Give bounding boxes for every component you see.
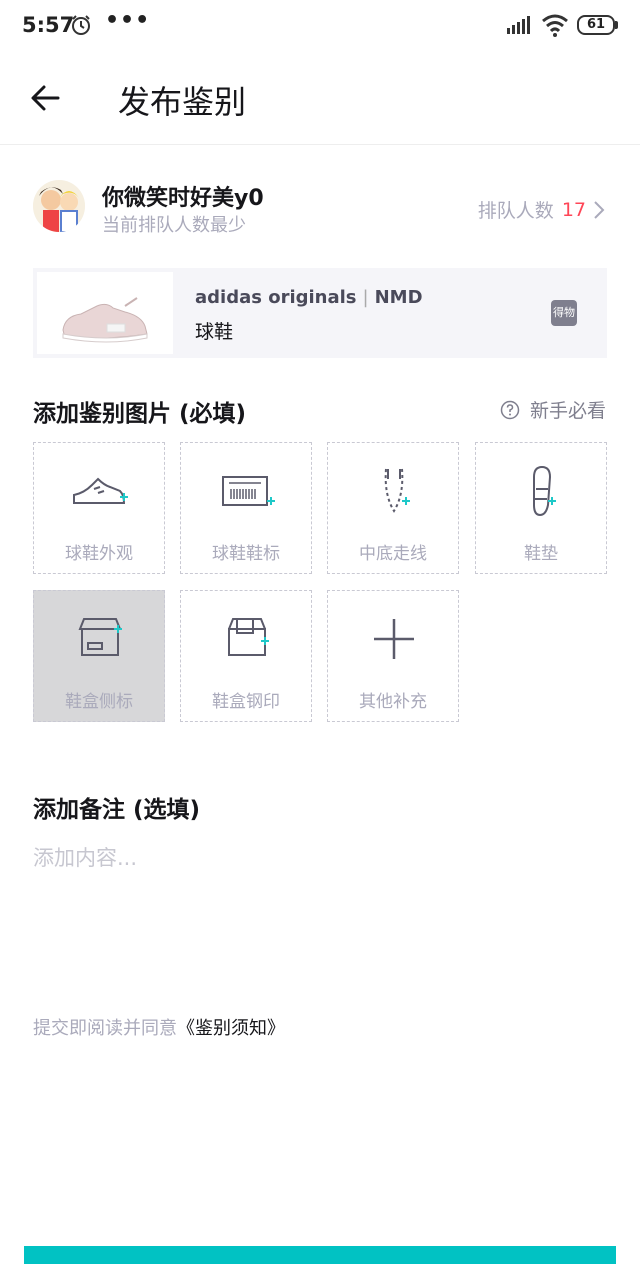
question-circle-icon xyxy=(500,400,520,419)
brand-badge: 得物 xyxy=(551,300,577,326)
authentication-notice-link[interactable]: 《鉴别须知》 xyxy=(177,1018,285,1039)
brand-separator: | xyxy=(362,287,369,308)
app-header: 发布鉴别 xyxy=(0,52,640,145)
tile-label: 鞋垫 xyxy=(524,544,558,564)
chevron-right-icon xyxy=(594,200,605,219)
upload-tile-insole[interactable]: 鞋垫 xyxy=(475,442,607,574)
shoe-exterior-icon xyxy=(73,477,128,504)
tile-label: 球鞋外观 xyxy=(65,544,133,564)
sneaker-image xyxy=(62,297,148,343)
photos-section-title: 添加鉴别图片 (必填) xyxy=(33,401,247,427)
tile-label: 鞋盒侧标 xyxy=(65,692,133,712)
box-stamp-icon xyxy=(228,618,269,656)
queue-count: 17 xyxy=(561,198,586,221)
product-category: 球鞋 xyxy=(195,321,234,343)
username: 你微笑时好美y0 xyxy=(102,186,264,211)
battery-tip xyxy=(615,21,618,29)
queue-note: 当前排队人数最少 xyxy=(102,215,246,236)
upload-tile-other[interactable]: 其他补充 xyxy=(327,590,459,722)
plus-icon xyxy=(374,619,414,659)
queue-label: 排队人数 xyxy=(477,200,554,222)
agreement-text: 提交即阅读并同意《鉴别须知》 xyxy=(33,1014,285,1040)
avatar[interactable] xyxy=(33,180,85,232)
upload-tile-midsole-stitch[interactable]: 中底走线 xyxy=(327,442,459,574)
status-bar: 5:57 ••• 61 xyxy=(0,0,640,52)
agreement-prefix: 提交即阅读并同意 xyxy=(33,1018,177,1039)
signal-icon xyxy=(507,16,530,34)
queue-count-link[interactable]: 排队人数 17 xyxy=(478,196,606,223)
midsole-stitch-icon xyxy=(384,468,410,513)
beginner-guide-label: 新手必看 xyxy=(529,400,606,422)
beginner-guide-link[interactable]: 新手必看 xyxy=(500,396,606,423)
tile-label: 球鞋鞋标 xyxy=(212,544,280,564)
remarks-section-title: 添加备注 (选填) xyxy=(33,797,201,823)
wifi-icon xyxy=(542,14,568,37)
screen: 5:57 ••• 61 发布鉴别 你微笑时好美y0 当前排队人数最少 排队人数 … xyxy=(0,0,640,1264)
page-title: 发布鉴别 xyxy=(118,83,247,121)
battery-indicator: 61 xyxy=(577,15,615,35)
product-thumbnail xyxy=(37,272,173,354)
submit-button[interactable] xyxy=(24,1246,616,1264)
product-card[interactable]: adidas originals | NMD 球鞋 得物 xyxy=(33,268,607,358)
tile-label: 其他补充 xyxy=(359,692,427,712)
upload-tile-box-side-label[interactable]: 鞋盒侧标 xyxy=(33,590,165,722)
avatar-image xyxy=(33,180,85,232)
alarm-icon xyxy=(72,15,90,35)
brand-name: adidas originals xyxy=(195,287,357,308)
tile-label: 中底走线 xyxy=(359,544,427,564)
model-name: NMD xyxy=(374,287,423,308)
remark-input[interactable] xyxy=(33,842,607,972)
box-side-label-icon xyxy=(78,618,122,656)
back-arrow-icon[interactable] xyxy=(28,80,64,116)
upload-tile-shoe-exterior[interactable]: 球鞋外观 xyxy=(33,442,165,574)
more-notifications-icon: ••• xyxy=(105,8,151,33)
upload-tile-shoe-label[interactable]: 球鞋鞋标 xyxy=(180,442,312,574)
upload-tile-box-stamp[interactable]: 鞋盒钢印 xyxy=(180,590,312,722)
insole-icon xyxy=(533,465,556,517)
shoe-label-icon xyxy=(222,476,275,506)
tile-label: 鞋盒钢印 xyxy=(212,692,280,712)
status-time: 5:57 xyxy=(22,13,75,37)
product-brand: adidas originals | NMD xyxy=(195,287,423,308)
